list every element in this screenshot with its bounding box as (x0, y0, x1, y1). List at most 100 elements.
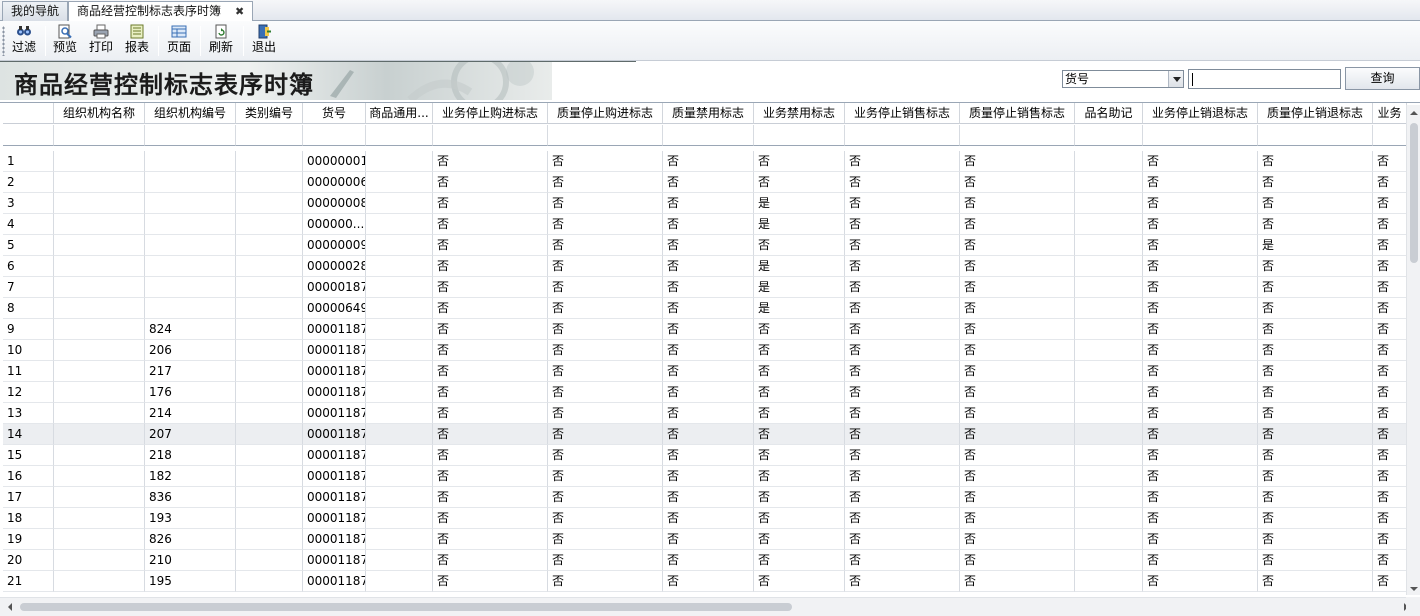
scroll-up-icon[interactable] (1410, 111, 1418, 115)
table-cell[interactable] (236, 550, 303, 571)
table-cell[interactable] (1075, 256, 1143, 277)
filter-cell[interactable] (548, 125, 663, 146)
table-cell[interactable]: 否 (845, 550, 960, 571)
filter-button[interactable]: 过滤 (9, 24, 39, 58)
row-number[interactable]: 14 (3, 424, 54, 445)
table-cell[interactable]: 否 (960, 235, 1075, 256)
table-cell[interactable]: 否 (845, 571, 960, 592)
table-cell[interactable]: 否 (663, 319, 754, 340)
data-grid[interactable]: 组织机构名称 组织机构编号 类别编号 货号 商品通用... 业务停止购进标志 质量停止购进标… (0, 102, 1420, 616)
table-cell[interactable]: 否 (960, 487, 1075, 508)
table-cell[interactable]: 否 (663, 361, 754, 382)
table-cell[interactable] (236, 424, 303, 445)
table-cell[interactable]: 否 (548, 466, 663, 487)
table-cell[interactable]: 否 (960, 424, 1075, 445)
table-cell[interactable]: 否 (663, 424, 754, 445)
table-cell[interactable]: 否 (845, 340, 960, 361)
table-cell[interactable]: 否 (548, 445, 663, 466)
table-cell[interactable]: 否 (1143, 466, 1258, 487)
table-cell[interactable] (236, 214, 303, 235)
table-cell[interactable]: 00000006 (303, 172, 366, 193)
table-cell[interactable]: 否 (1258, 508, 1373, 529)
table-cell[interactable]: 是 (754, 298, 845, 319)
table-cell[interactable] (1075, 172, 1143, 193)
table-cell[interactable]: 否 (845, 382, 960, 403)
table-row[interactable]: 14 207 00001187 否否否否否否否否否 (3, 424, 1408, 445)
table-cell[interactable]: 00001187 (303, 529, 366, 550)
table-cell[interactable]: 否 (845, 193, 960, 214)
table-cell[interactable]: 00000008 (303, 193, 366, 214)
table-cell[interactable] (54, 319, 145, 340)
column-header[interactable]: 质量停止销退标志 (1258, 103, 1373, 124)
table-cell[interactable]: 否 (1258, 382, 1373, 403)
search-button[interactable]: 查询 (1345, 67, 1420, 90)
table-row[interactable]: 12 176 00001187 否否否否否否否否否 (3, 382, 1408, 403)
table-cell[interactable]: 否 (845, 424, 960, 445)
table-cell[interactable] (236, 487, 303, 508)
table-cell[interactable]: 否 (754, 319, 845, 340)
table-cell[interactable]: 否 (845, 151, 960, 172)
table-cell[interactable]: 否 (548, 151, 663, 172)
table-cell[interactable]: 否 (1258, 529, 1373, 550)
table-cell[interactable]: 00000028 (303, 256, 366, 277)
table-cell[interactable]: 是 (754, 277, 845, 298)
table-cell[interactable]: 否 (663, 340, 754, 361)
table-cell[interactable] (145, 214, 236, 235)
column-header[interactable] (3, 103, 54, 124)
table-cell[interactable]: 否 (754, 340, 845, 361)
table-cell[interactable]: 否 (548, 319, 663, 340)
table-row[interactable]: 7 00000187 否否否是否否否否否 (3, 277, 1408, 298)
table-cell[interactable] (236, 571, 303, 592)
table-cell[interactable] (1075, 403, 1143, 424)
scroll-down-icon[interactable] (1410, 587, 1418, 591)
table-cell[interactable]: 否 (960, 445, 1075, 466)
table-cell[interactable] (145, 277, 236, 298)
table-cell[interactable]: 否 (1143, 361, 1258, 382)
table-cell[interactable]: 否 (1373, 214, 1407, 235)
table-cell[interactable]: 00001187 (303, 571, 366, 592)
table-cell[interactable] (366, 214, 433, 235)
table-cell[interactable]: 否 (1143, 277, 1258, 298)
filter-cell[interactable] (145, 125, 236, 146)
column-header[interactable]: 业务 (1373, 103, 1407, 124)
table-cell[interactable]: 否 (663, 445, 754, 466)
table-cell[interactable]: 824 (145, 319, 236, 340)
table-cell[interactable]: 218 (145, 445, 236, 466)
table-cell[interactable]: 否 (663, 382, 754, 403)
table-cell[interactable]: 否 (663, 235, 754, 256)
table-cell[interactable]: 否 (845, 487, 960, 508)
column-header[interactable]: 类别编号 (236, 103, 303, 124)
table-cell[interactable]: 否 (1143, 403, 1258, 424)
table-cell[interactable]: 否 (1143, 235, 1258, 256)
table-cell[interactable]: 否 (960, 361, 1075, 382)
table-cell[interactable] (236, 508, 303, 529)
row-number[interactable]: 13 (3, 403, 54, 424)
row-number[interactable]: 12 (3, 382, 54, 403)
table-cell[interactable]: 否 (548, 214, 663, 235)
table-cell[interactable]: 否 (433, 277, 548, 298)
table-cell[interactable] (1075, 529, 1143, 550)
column-header[interactable]: 组织机构名称 (54, 103, 145, 124)
table-cell[interactable] (54, 298, 145, 319)
table-cell[interactable]: 00000009 (303, 235, 366, 256)
table-cell[interactable] (1075, 487, 1143, 508)
table-cell[interactable] (1075, 445, 1143, 466)
table-cell[interactable]: 否 (1143, 424, 1258, 445)
column-header[interactable]: 业务禁用标志 (754, 103, 845, 124)
table-cell[interactable]: 否 (663, 403, 754, 424)
filter-cell[interactable] (845, 125, 960, 146)
table-cell[interactable]: 206 (145, 340, 236, 361)
table-row[interactable]: 19 826 00001187 否否否否否否否否否 (3, 529, 1408, 550)
vertical-scrollbar[interactable] (1406, 105, 1420, 595)
table-cell[interactable]: 否 (960, 193, 1075, 214)
filter-cell[interactable] (1143, 125, 1258, 146)
table-cell[interactable]: 否 (1143, 340, 1258, 361)
table-cell[interactable]: 否 (1258, 151, 1373, 172)
table-cell[interactable]: 否 (845, 235, 960, 256)
table-cell[interactable]: 否 (960, 466, 1075, 487)
table-cell[interactable] (366, 256, 433, 277)
close-icon[interactable]: ✖ (235, 5, 244, 18)
table-cell[interactable]: 否 (754, 487, 845, 508)
filter-cell[interactable] (236, 125, 303, 146)
table-cell[interactable] (366, 403, 433, 424)
